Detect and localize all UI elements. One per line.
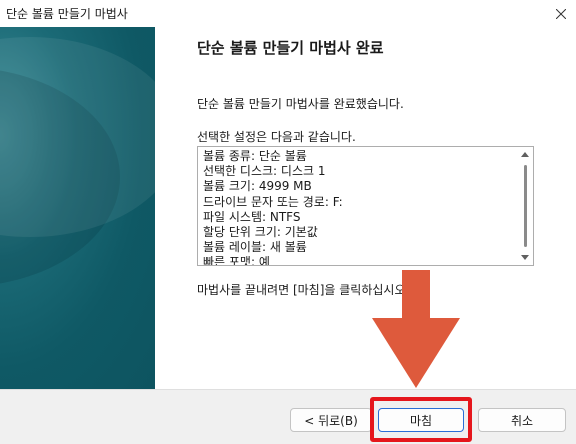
setting-line: 할당 단위 크기: 기본값 [203, 225, 318, 240]
scroll-up-icon[interactable] [521, 152, 529, 157]
wizard-side-banner [0, 27, 155, 389]
settings-summary-box[interactable]: 볼륨 종류: 단순 볼륨 선택한 디스크: 디스크 1 볼륨 크기: 4999 … [197, 146, 534, 266]
completion-description: 단순 볼륨 만들기 마법사를 완료했습니다. [197, 97, 404, 111]
page-heading: 단순 볼륨 만들기 마법사 완료 [197, 39, 384, 57]
window-title: 단순 볼륨 만들기 마법사 [6, 7, 128, 21]
banner-wave [0, 37, 155, 237]
scroll-thumb[interactable] [524, 165, 527, 247]
close-icon [556, 8, 566, 19]
cancel-button[interactable]: 취소 [478, 408, 566, 432]
setting-line: 볼륨 크기: 4999 MB [203, 179, 312, 194]
annotation-arrow-icon [372, 318, 460, 388]
setting-line: 선택한 디스크: 디스크 1 [203, 164, 326, 179]
setting-line: 빠른 포맷: 예 [203, 255, 270, 266]
setting-line: 볼륨 레이블: 새 볼륨 [203, 240, 307, 255]
finish-highlight-box [370, 397, 472, 442]
button-bar: < 뒤로(B) 마침 취소 [0, 389, 576, 444]
title-bar: 단순 볼륨 만들기 마법사 [0, 0, 576, 27]
finish-hint: 마법사를 끝내려면 [마침]을 클릭하십시오. [197, 283, 410, 297]
setting-line: 드라이브 문자 또는 경로: F: [203, 194, 343, 209]
setting-line: 파일 시스템: NTFS [203, 209, 301, 224]
wizard-content: 단순 볼륨 만들기 마법사 완료 단순 볼륨 만들기 마법사를 완료했습니다. … [155, 27, 576, 389]
settings-list: 볼륨 종류: 단순 볼륨 선택한 디스크: 디스크 1 볼륨 크기: 4999 … [203, 149, 343, 266]
close-button[interactable] [546, 0, 576, 27]
back-button[interactable]: < 뒤로(B) [290, 408, 372, 432]
settings-label: 선택한 설정은 다음과 같습니다. [197, 130, 356, 144]
scroll-down-icon[interactable] [521, 255, 529, 260]
setting-line: 볼륨 종류: 단순 볼륨 [203, 149, 307, 163]
vertical-scrollbar[interactable] [516, 147, 533, 265]
